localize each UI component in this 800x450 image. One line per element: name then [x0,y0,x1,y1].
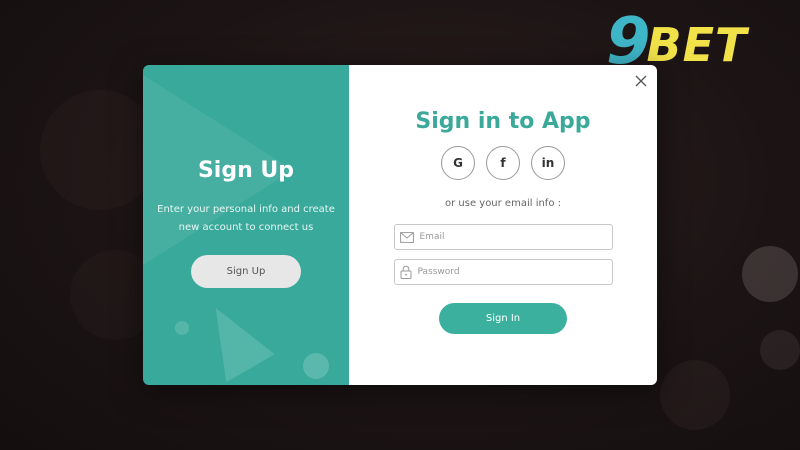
social-login-group: G f in [441,146,565,180]
email-input[interactable] [419,232,600,242]
background-bokeh [40,90,160,210]
background-bokeh [760,330,800,370]
sign-in-button[interactable]: Sign In [439,303,567,334]
linkedin-login-button[interactable]: in [531,146,565,180]
close-button[interactable] [633,73,649,89]
email-field [393,224,613,250]
sign-up-button[interactable]: Sign Up [191,255,301,288]
background-bokeh [660,360,730,430]
mail-icon [399,231,414,243]
sign-up-panel: Sign Up Enter your personal info and cre… [143,65,349,385]
decorative-circle [303,353,329,379]
auth-modal: Sign Up Enter your personal info and cre… [143,65,657,385]
brand-logo-text: BET [646,18,748,72]
decorative-circle [175,321,189,335]
email-divider-text: or use your email info : [444,198,561,209]
lock-icon [400,265,411,279]
decorative-triangle [191,293,275,383]
password-input[interactable] [417,267,598,277]
sign-up-description: Enter your personal info and create new … [157,204,335,233]
facebook-login-button[interactable]: f [486,146,520,180]
sign-in-panel: Sign in to App G f in or use your email … [349,65,657,385]
background-bokeh [742,246,798,302]
sign-in-title: Sign in to App [415,109,591,134]
facebook-icon: f [500,156,506,170]
close-icon [635,75,647,87]
linkedin-icon: in [541,156,555,170]
password-field [393,259,613,285]
google-icon: G [453,156,463,170]
google-login-button[interactable]: G [441,146,475,180]
sign-up-title: Sign Up [197,158,295,183]
